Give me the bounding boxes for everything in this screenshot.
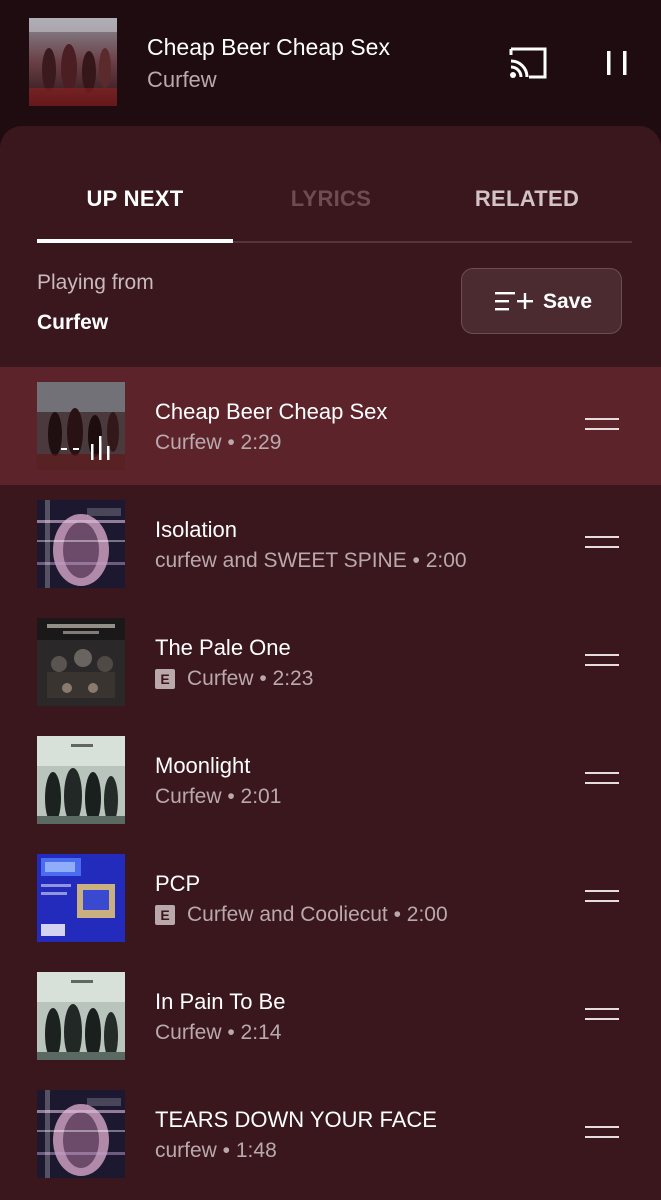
track-title: In Pain To Be xyxy=(155,989,286,1014)
tab-bar: UP NEXT LYRICS RELATED xyxy=(37,126,632,244)
queue-item-now-playing[interactable]: Cheap Beer Cheap Sex Curfew • 2:29 xyxy=(0,367,661,485)
cast-icon[interactable] xyxy=(507,45,549,81)
track-subtitle: E Curfew and Cooliecut • 2:00 xyxy=(155,903,448,927)
track-thumbnail xyxy=(37,736,125,824)
queue-item[interactable]: The Pale One E Curfew • 2:23 xyxy=(0,603,661,721)
mini-player[interactable]: Cheap Beer Cheap Sex Curfew xyxy=(0,0,661,126)
track-subtitle: E Curfew • 2:23 xyxy=(155,667,313,691)
track-subtitle: curfew • 1:48 xyxy=(155,1139,277,1162)
track-subtitle: Curfew • 2:14 xyxy=(155,1021,282,1044)
album-art[interactable] xyxy=(29,18,117,106)
track-title: TEARS DOWN YOUR FACE xyxy=(155,1107,437,1132)
track-thumbnail xyxy=(37,500,125,588)
drag-handle-icon[interactable] xyxy=(585,772,619,788)
now-playing-title: Cheap Beer Cheap Sex xyxy=(147,34,390,60)
drag-handle-icon[interactable] xyxy=(585,418,619,434)
track-title: The Pale One xyxy=(155,635,291,660)
queue-item[interactable]: TEARS DOWN YOUR FACE curfew • 1:48 xyxy=(0,1075,661,1193)
save-button-label: Save xyxy=(543,290,593,313)
drag-handle-icon[interactable] xyxy=(585,654,619,670)
tab-lyrics[interactable]: LYRICS xyxy=(233,186,429,212)
track-thumbnail xyxy=(37,382,125,470)
track-title: Cheap Beer Cheap Sex xyxy=(155,399,388,424)
explicit-icon: E xyxy=(155,669,175,689)
queue-item[interactable]: PCP E Curfew and Cooliecut • 2:00 xyxy=(0,839,661,957)
track-thumbnail xyxy=(37,972,125,1060)
selected-tab-indicator xyxy=(37,239,233,243)
track-thumbnail xyxy=(37,854,125,942)
drag-handle-icon[interactable] xyxy=(585,1008,619,1024)
track-title: Isolation xyxy=(155,517,237,542)
queue-item[interactable]: Isolation curfew and SWEET SPINE • 2:00 xyxy=(0,485,661,603)
queue-item[interactable]: Moonlight Curfew • 2:01 xyxy=(0,721,661,839)
tab-up-next[interactable]: UP NEXT xyxy=(37,186,233,212)
track-subtitle: Curfew • 2:29 xyxy=(155,431,282,454)
save-button[interactable]: Save xyxy=(461,268,622,334)
queue-panel: UP NEXT LYRICS RELATED Playing from Curf… xyxy=(0,126,661,1200)
playing-from-value: Curfew xyxy=(37,311,109,334)
drag-handle-icon[interactable] xyxy=(585,536,619,552)
drag-handle-icon[interactable] xyxy=(585,890,619,906)
now-playing-artist: Curfew xyxy=(147,67,217,92)
track-title: PCP xyxy=(155,871,201,896)
queue-item[interactable]: In Pain To Be Curfew • 2:14 xyxy=(0,957,661,1075)
playlist-add-icon xyxy=(495,290,533,314)
drag-handle-icon[interactable] xyxy=(585,1126,619,1142)
pause-icon[interactable] xyxy=(602,47,632,79)
equalizer-icon xyxy=(61,434,119,460)
track-thumbnail xyxy=(37,1090,125,1178)
explicit-icon: E xyxy=(155,905,175,925)
track-thumbnail xyxy=(37,618,125,706)
track-title: Moonlight xyxy=(155,753,251,778)
track-subtitle: Curfew • 2:01 xyxy=(155,785,282,808)
tab-related[interactable]: RELATED xyxy=(429,186,625,212)
track-subtitle: curfew and SWEET SPINE • 2:00 xyxy=(155,549,467,572)
playing-from-label: Playing from xyxy=(37,271,154,294)
